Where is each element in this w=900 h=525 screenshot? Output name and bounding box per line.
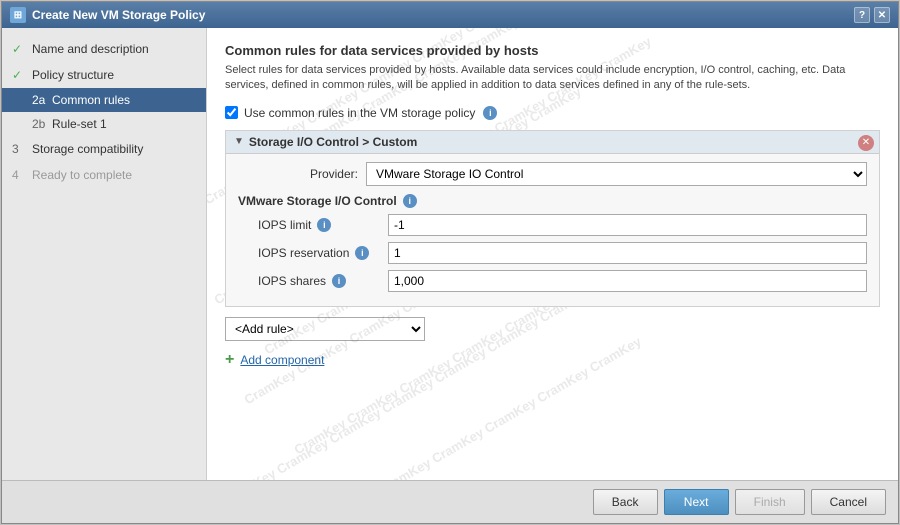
title-bar-left: ⊞ Create New VM Storage Policy — [10, 7, 205, 23]
sidebar: ✓ Name and description ✓ Policy structur… — [2, 28, 207, 480]
subsection-title-text: VMware Storage I/O Control — [238, 194, 397, 208]
main-content: CramKey CramKey CramKey CramKey CramKey … — [207, 28, 898, 480]
rule-collapse-icon[interactable]: ▼ — [234, 136, 244, 147]
step2a-num: 2a — [32, 93, 46, 107]
iops-limit-row: IOPS limit i — [258, 214, 867, 236]
add-component-button[interactable]: Add component — [240, 353, 324, 367]
iops-shares-label: IOPS shares i — [258, 274, 388, 288]
sidebar-item-step4: 4 Ready to complete — [2, 162, 206, 188]
step1-check-icon: ✓ — [12, 42, 26, 56]
sidebar-item-step2a[interactable]: 2a Common rules — [2, 88, 206, 112]
iops-shares-info-icon[interactable]: i — [332, 274, 346, 288]
title-bar-controls: ? ✕ — [854, 7, 890, 23]
provider-row: Provider: VMware Storage IO Control — [238, 162, 867, 186]
rule-header: ▼ Storage I/O Control > Custom ✕ — [226, 131, 879, 154]
back-button[interactable]: Back — [593, 489, 658, 515]
common-rules-checkbox[interactable] — [225, 106, 238, 119]
iops-shares-input-wrapper — [388, 270, 867, 292]
step1-label: Name and description — [32, 42, 149, 56]
subsection-title: VMware Storage I/O Control i — [238, 194, 867, 208]
sidebar-item-step2[interactable]: ✓ Policy structure — [2, 62, 206, 88]
provider-label: Provider: — [238, 167, 358, 181]
sidebar-item-step2b[interactable]: 2b Rule-set 1 — [2, 112, 206, 136]
iops-shares-input[interactable] — [388, 270, 867, 292]
step3-num: 3 — [12, 142, 26, 156]
provider-value: VMware Storage IO Control — [366, 162, 867, 186]
iops-reservation-input[interactable] — [388, 242, 867, 264]
common-rules-info-icon[interactable]: i — [483, 106, 497, 120]
step4-label: Ready to complete — [32, 168, 132, 182]
subsection-info-icon[interactable]: i — [403, 194, 417, 208]
title-bar: ⊞ Create New VM Storage Policy ? ✕ — [2, 2, 898, 28]
common-rules-checkbox-row: Use common rules in the VM storage polic… — [225, 106, 880, 120]
add-rule-row: <Add rule> — [225, 317, 880, 341]
finish-button: Finish — [735, 489, 805, 515]
step3-label: Storage compatibility — [32, 142, 143, 156]
sidebar-item-step1[interactable]: ✓ Name and description — [2, 36, 206, 62]
step2b-label: Rule-set 1 — [52, 117, 107, 131]
iops-limit-label-text: IOPS limit — [258, 218, 311, 232]
rule-close-button[interactable]: ✕ — [858, 135, 874, 151]
iops-shares-row: IOPS shares i — [258, 270, 867, 292]
add-component-row: + Add component — [225, 351, 880, 369]
close-button[interactable]: ✕ — [874, 7, 890, 23]
iops-limit-input[interactable] — [388, 214, 867, 236]
next-button[interactable]: Next — [664, 489, 729, 515]
content-area: ✓ Name and description ✓ Policy structur… — [2, 28, 898, 480]
section-desc: Select rules for data services provided … — [225, 63, 880, 94]
step2b-num: 2b — [32, 117, 46, 131]
step2-label: Policy structure — [32, 68, 114, 82]
common-rules-label: Use common rules in the VM storage polic… — [244, 106, 475, 120]
help-button[interactable]: ? — [854, 7, 870, 23]
add-rule-select[interactable]: <Add rule> — [225, 317, 425, 341]
iops-reservation-row: IOPS reservation i — [258, 242, 867, 264]
iops-reservation-info-icon[interactable]: i — [355, 246, 369, 260]
dialog-title: Create New VM Storage Policy — [32, 8, 205, 22]
rule-section: ▼ Storage I/O Control > Custom ✕ Provide… — [225, 130, 880, 307]
step2a-label: Common rules — [52, 93, 130, 107]
rule-body: Provider: VMware Storage IO Control VMwa… — [226, 154, 879, 306]
dialog-icon: ⊞ — [10, 7, 26, 23]
sidebar-item-step3[interactable]: 3 Storage compatibility — [2, 136, 206, 162]
step2-check-icon: ✓ — [12, 68, 26, 82]
footer: Back Next Finish Cancel — [2, 480, 898, 523]
section-title: Common rules for data services provided … — [225, 43, 880, 58]
provider-select[interactable]: VMware Storage IO Control — [366, 162, 867, 186]
rule-header-text: Storage I/O Control > Custom — [249, 135, 417, 149]
iops-reservation-label-text: IOPS reservation — [258, 246, 349, 260]
iops-reservation-input-wrapper — [388, 242, 867, 264]
cancel-button[interactable]: Cancel — [811, 489, 886, 515]
iops-shares-label-text: IOPS shares — [258, 274, 326, 288]
add-component-icon: + — [225, 351, 234, 369]
dialog-window: ⊞ Create New VM Storage Policy ? ✕ ✓ Nam… — [1, 1, 899, 524]
iops-reservation-label: IOPS reservation i — [258, 246, 388, 260]
iops-limit-info-icon[interactable]: i — [317, 218, 331, 232]
iops-limit-input-wrapper — [388, 214, 867, 236]
step4-num: 4 — [12, 168, 26, 182]
iops-limit-label: IOPS limit i — [258, 218, 388, 232]
